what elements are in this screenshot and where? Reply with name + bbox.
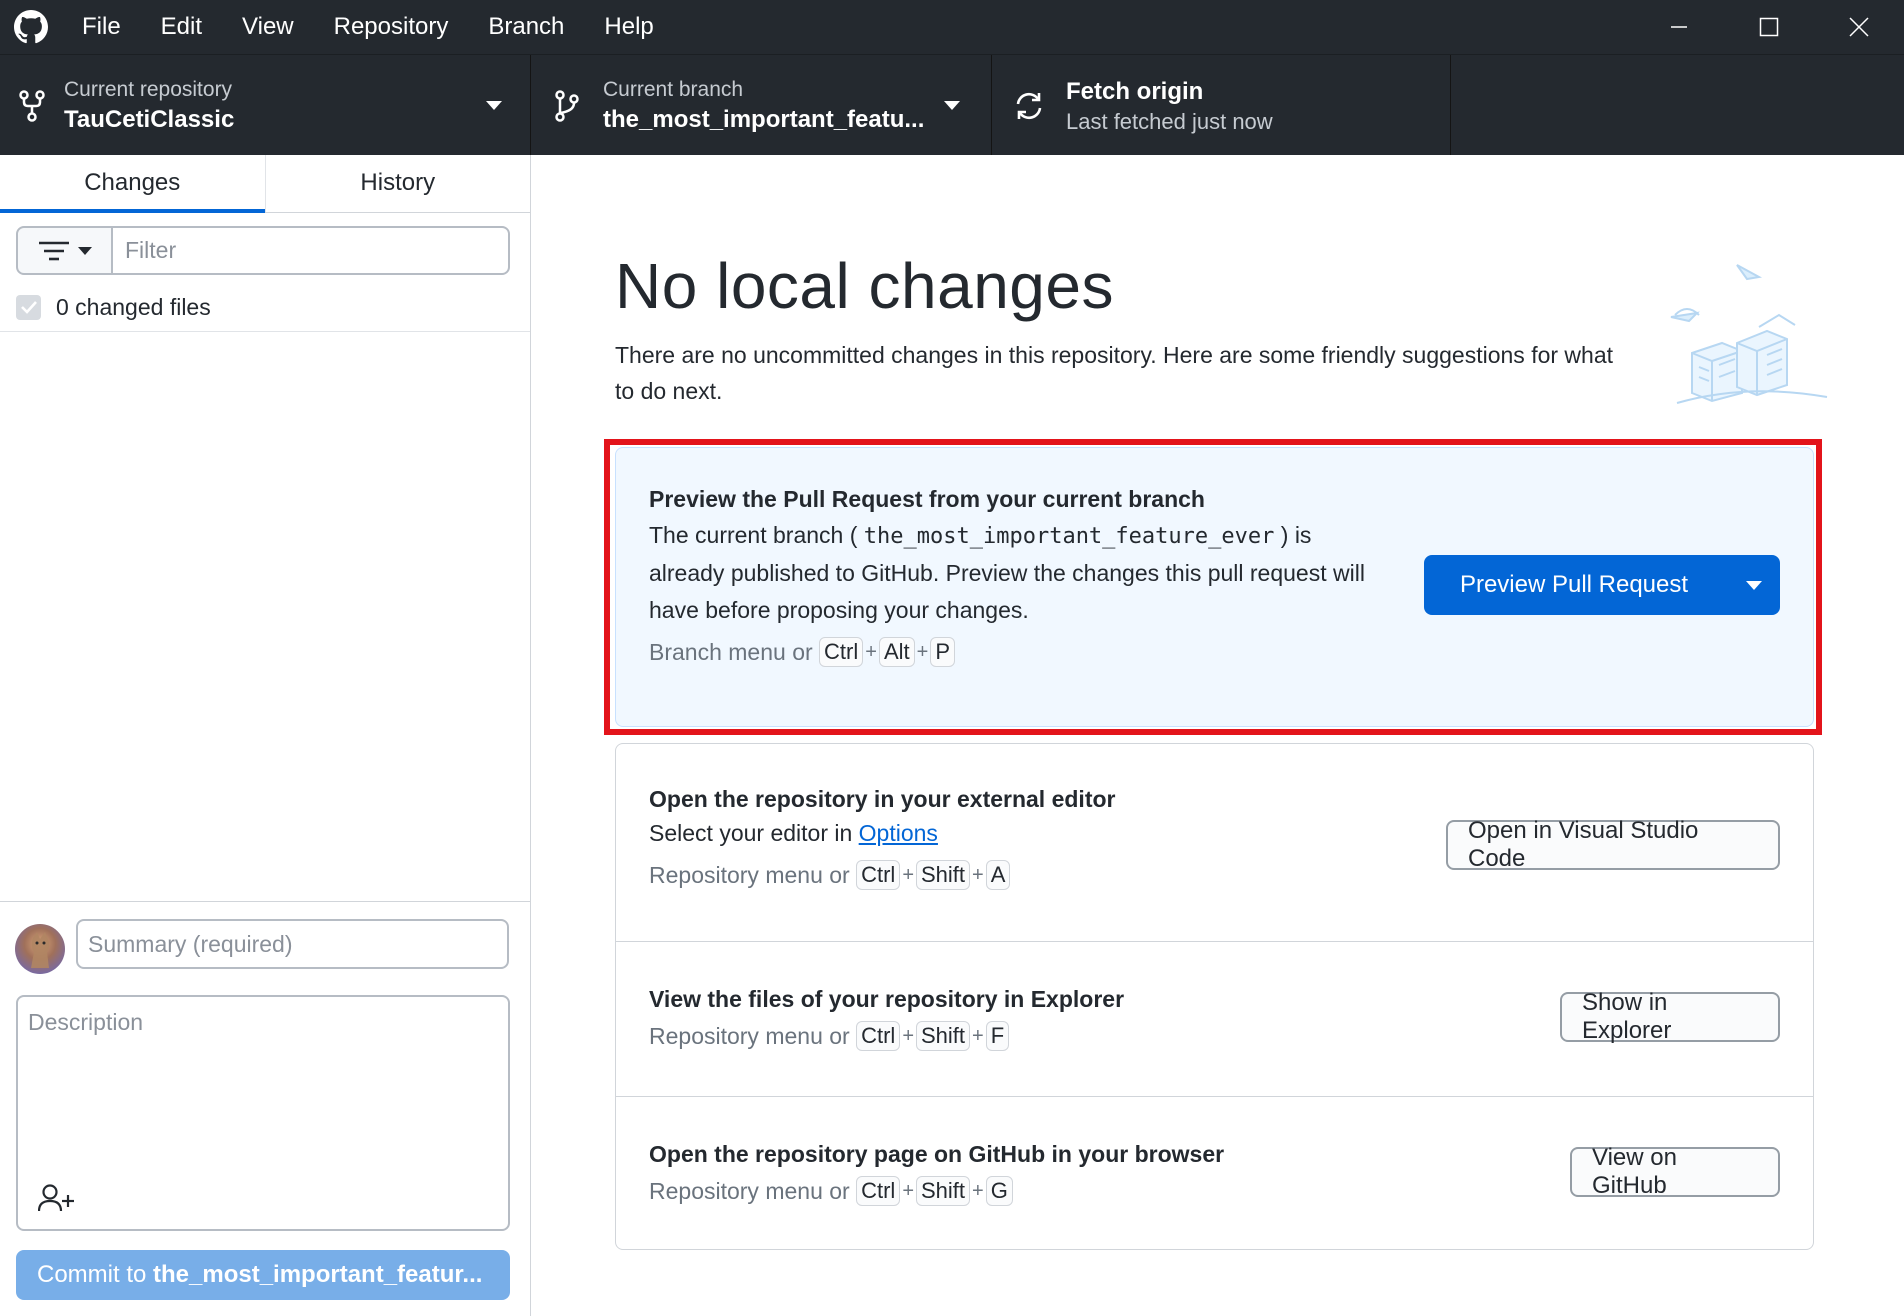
menu-help[interactable]: Help bbox=[584, 0, 673, 54]
branch-dropdown-caret-icon bbox=[944, 101, 960, 110]
kbd-key: Ctrl bbox=[856, 1021, 901, 1051]
kbd-key: F bbox=[985, 1021, 1010, 1051]
suggestions-list: Open the repository in your external edi… bbox=[615, 743, 1814, 1250]
editor-row-text: Select your editor in Options bbox=[649, 815, 1115, 852]
kbd-key: P bbox=[930, 637, 955, 667]
last-fetched-status: Last fetched just now bbox=[1066, 108, 1273, 134]
list-item-external-editor: Open the repository in your external edi… bbox=[616, 744, 1813, 941]
github-row-shortcut-hint: Repository menu or Ctrl + Shift + G bbox=[649, 1176, 1224, 1206]
commit-button-branch: the_most_important_featur... bbox=[153, 1261, 483, 1288]
shortcut-prefix: Repository menu or bbox=[649, 1022, 850, 1049]
pr-card-shortcut-hint: Branch menu or Ctrl + Alt + P bbox=[649, 637, 1369, 667]
commit-button[interactable]: Commit to the_most_important_featur... bbox=[16, 1250, 510, 1300]
pr-card-text-before: The current branch ( bbox=[649, 522, 858, 548]
open-in-vscode-button[interactable]: Open in Visual Studio Code bbox=[1446, 817, 1780, 872]
description-input[interactable] bbox=[18, 997, 508, 1177]
current-branch-name: the_most_important_featu... bbox=[603, 105, 925, 133]
repo-dropdown-caret-icon bbox=[486, 101, 502, 110]
kbd-key: Alt bbox=[878, 637, 915, 667]
github-row-title: Open the repository page on GitHub in yo… bbox=[649, 1141, 1225, 1167]
fetch-origin-label: Fetch origin bbox=[1066, 77, 1204, 105]
menu-edit[interactable]: Edit bbox=[141, 0, 222, 54]
editor-row-title: Open the repository in your external edi… bbox=[649, 786, 1116, 812]
empty-state-illustration bbox=[1667, 255, 1832, 405]
menu-view[interactable]: View bbox=[222, 0, 314, 54]
show-in-explorer-button[interactable]: Show in Explorer bbox=[1560, 989, 1780, 1044]
explorer-row-title: View the files of your repository in Exp… bbox=[649, 986, 1125, 1012]
filter-row bbox=[16, 226, 510, 275]
page-title: No local changes bbox=[615, 250, 1114, 322]
chevron-down-icon[interactable] bbox=[1746, 581, 1762, 590]
sidebar: Changes History 0 changed files bbox=[0, 155, 531, 1316]
fetch-origin-button[interactable]: Fetch origin Last fetched just now bbox=[992, 55, 1451, 156]
preview-pull-request-button[interactable]: Preview Pull Request bbox=[1424, 555, 1780, 615]
filter-input[interactable] bbox=[113, 226, 510, 275]
options-link[interactable]: Options bbox=[859, 820, 938, 846]
tab-history[interactable]: History bbox=[264, 155, 531, 212]
kbd-key: Ctrl bbox=[856, 860, 901, 890]
tab-changes[interactable]: Changes bbox=[0, 155, 265, 213]
sync-icon bbox=[992, 90, 1066, 122]
select-all-checkbox[interactable] bbox=[16, 294, 41, 320]
current-repository-button[interactable]: Current repository TauCetiClassic bbox=[0, 55, 531, 156]
pr-card-branch-name: the_most_important_feature_ever bbox=[863, 524, 1275, 549]
menu-file[interactable]: File bbox=[62, 0, 141, 54]
current-branch-label: Current branch bbox=[603, 77, 744, 101]
kbd-key: A bbox=[985, 860, 1011, 890]
checkmark-icon bbox=[20, 301, 37, 314]
changed-files-count: 0 changed files bbox=[56, 293, 211, 320]
kbd-key: Ctrl bbox=[856, 1176, 901, 1206]
current-repository-name: TauCetiClassic bbox=[64, 105, 235, 133]
description-box bbox=[16, 995, 510, 1231]
github-logo-icon bbox=[0, 0, 62, 54]
changed-files-row: 0 changed files bbox=[16, 287, 211, 327]
summary-input[interactable] bbox=[76, 919, 509, 969]
repo-icon bbox=[0, 89, 64, 122]
page-subtitle: There are no uncommitted changes in this… bbox=[615, 342, 1614, 404]
shortcut-prefix: Branch menu or bbox=[649, 638, 813, 665]
list-item-explorer: View the files of your repository in Exp… bbox=[616, 941, 1813, 1096]
shortcut-prefix: Repository menu or bbox=[649, 1177, 850, 1204]
minimize-icon[interactable] bbox=[1634, 0, 1724, 54]
kbd-key: Shift bbox=[916, 1176, 971, 1206]
shortcut-prefix: Repository menu or bbox=[649, 861, 850, 888]
kbd-key: G bbox=[985, 1176, 1013, 1206]
current-branch-button[interactable]: Current branch the_most_important_featu.… bbox=[531, 55, 992, 156]
close-icon[interactable] bbox=[1814, 0, 1904, 54]
kbd-key: Ctrl bbox=[819, 637, 864, 667]
add-coauthor-icon[interactable] bbox=[37, 1183, 76, 1213]
filter-options-button[interactable] bbox=[16, 226, 113, 275]
filter-icon bbox=[38, 241, 69, 260]
pr-card-description: The current branch ( the_most_important_… bbox=[649, 517, 1369, 629]
current-repository-label: Current repository bbox=[64, 77, 233, 101]
commit-area: Commit to the_most_important_featur... bbox=[0, 901, 530, 1316]
maximize-icon[interactable] bbox=[1724, 0, 1814, 54]
branch-icon bbox=[531, 89, 603, 122]
view-on-github-button[interactable]: View on GitHub bbox=[1570, 1144, 1780, 1199]
preview-pull-request-label: Preview Pull Request bbox=[1459, 571, 1689, 598]
avatar bbox=[15, 924, 65, 974]
window-controls bbox=[1634, 0, 1904, 54]
main-content: No local changes There are no uncommitte… bbox=[532, 155, 1904, 1316]
explorer-row-shortcut-hint: Repository menu or Ctrl + Shift + F bbox=[649, 1021, 1124, 1051]
menu-branch[interactable]: Branch bbox=[468, 0, 584, 54]
menu-bar: File Edit View Repository Branch Help bbox=[62, 0, 674, 54]
title-bar: File Edit View Repository Branch Help bbox=[0, 0, 1904, 54]
pr-card-title: Preview the Pull Request from your curre… bbox=[649, 486, 1205, 512]
kbd-key: Shift bbox=[916, 860, 971, 890]
list-item-github: Open the repository page on GitHub in yo… bbox=[616, 1096, 1813, 1249]
divider bbox=[0, 331, 530, 332]
editor-row-text-prefix: Select your editor in bbox=[649, 820, 859, 846]
sidebar-tabs: Changes History bbox=[0, 155, 530, 213]
kbd-key: Shift bbox=[916, 1021, 971, 1051]
commit-button-prefix: Commit to bbox=[37, 1261, 154, 1288]
toolbar: Current repository TauCetiClassic Curren… bbox=[0, 54, 1904, 156]
menu-repository[interactable]: Repository bbox=[314, 0, 469, 54]
chevron-down-icon bbox=[77, 246, 92, 255]
editor-row-shortcut-hint: Repository menu or Ctrl + Shift + A bbox=[649, 860, 1115, 890]
preview-pull-request-card: Preview the Pull Request from your curre… bbox=[615, 447, 1814, 727]
